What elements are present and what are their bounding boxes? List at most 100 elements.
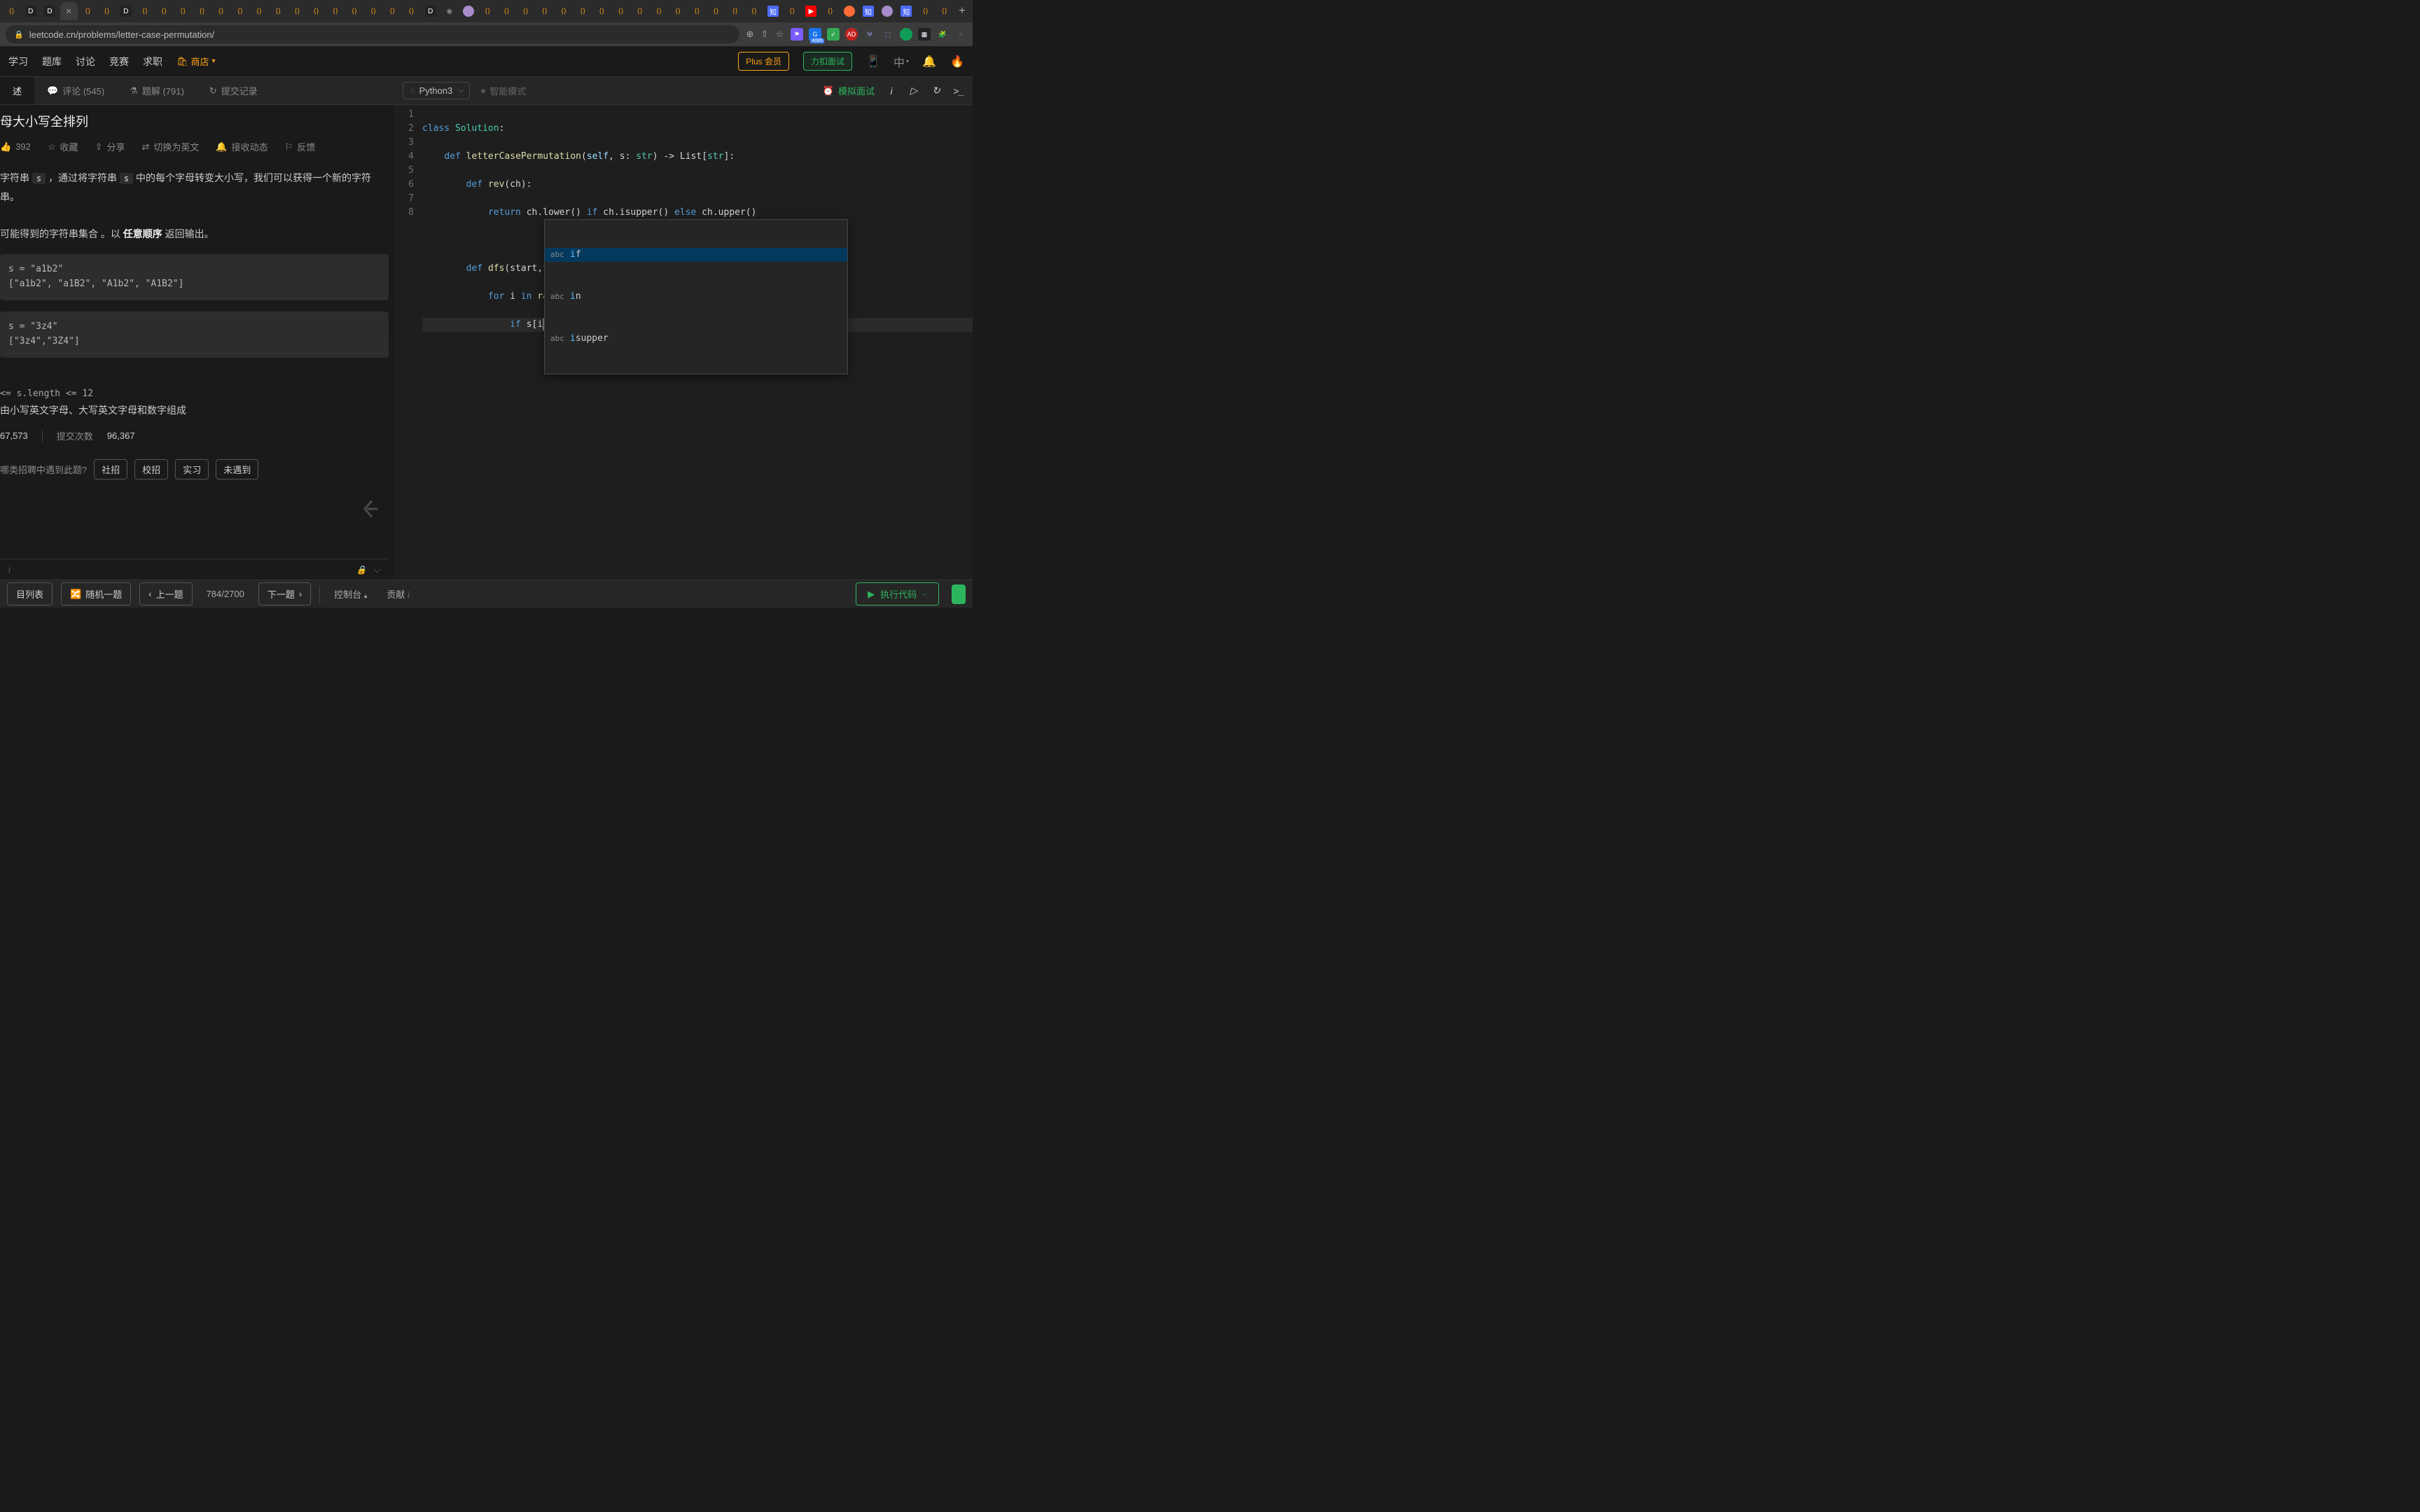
browser-tab[interactable]: ⟨⟩ [479, 2, 496, 20]
browser-tab[interactable]: ⟨⟩ [212, 2, 230, 20]
menu-icon[interactable]: ≡ [954, 28, 967, 41]
browser-tab[interactable]: ⟨⟩ [536, 2, 553, 20]
extension-icon[interactable]: AD [845, 28, 858, 41]
switch-language-button[interactable]: ⇄切换为英文 [141, 140, 199, 153]
browser-tab[interactable]: ⟨⟩ [498, 2, 515, 20]
subscribe-button[interactable]: 🔔接收动态 [216, 140, 267, 153]
zoom-icon[interactable]: ⊕ [746, 29, 754, 40]
browser-tab[interactable]: ⟨⟩ [155, 2, 173, 20]
browser-tab[interactable]: D [422, 2, 439, 20]
extension-icon[interactable] [900, 28, 912, 41]
bell-icon[interactable]: 🔔 [922, 55, 936, 69]
splitter[interactable]: ··· [389, 105, 394, 580]
browser-tab[interactable]: ⟨⟩ [79, 2, 97, 20]
like-button[interactable]: 👍392 [0, 141, 31, 153]
play-icon[interactable]: ▷ [908, 85, 919, 97]
language-toggle[interactable]: 中▾ [894, 55, 908, 69]
browser-tab[interactable]: ⟨⟩ [231, 2, 249, 20]
mock-interview-link[interactable]: ⏰ 模拟面试 [823, 84, 875, 97]
browser-tab[interactable]: ⟨⟩ [384, 2, 401, 20]
browser-tab-active[interactable]: ✕ [60, 2, 78, 20]
browser-tab[interactable] [460, 2, 478, 20]
interview-button[interactable]: 力扣面试 [803, 52, 852, 71]
browser-tab[interactable]: ⟨⟩ [326, 2, 344, 20]
browser-tab[interactable]: ⟨⟩ [136, 2, 153, 20]
browser-tab[interactable]: ⟨⟩ [707, 2, 725, 20]
tab-description[interactable]: 述 [0, 77, 34, 104]
browser-tab[interactable]: 知 [898, 2, 915, 20]
tab-solutions[interactable]: ⚗题解 (791) [117, 77, 197, 104]
browser-tab[interactable]: ⟨⟩ [936, 2, 953, 20]
chip-social[interactable]: 社招 [94, 459, 127, 479]
feedback-button[interactable]: ⚐反馈 [285, 140, 316, 153]
nav-study[interactable]: 学习 [8, 55, 28, 69]
browser-tab[interactable]: ⟨⟩ [174, 2, 192, 20]
random-button[interactable]: 🔀随机一题 [61, 582, 131, 606]
console-toggle[interactable]: 控制台 ▴ [328, 587, 373, 601]
star-icon[interactable]: ☆ [775, 29, 784, 40]
extension-icon[interactable]: ⬚ [882, 28, 894, 41]
next-button[interactable]: 下一题› [258, 582, 311, 606]
browser-tab[interactable] [840, 2, 858, 20]
nav-discuss[interactable]: 讨论 [76, 55, 95, 69]
autocomplete-item[interactable]: abc isupper [545, 332, 847, 346]
browser-tab[interactable]: ⟨⟩ [688, 2, 706, 20]
favorite-button[interactable]: ☆收藏 [48, 140, 78, 153]
extension-icon[interactable]: G4085 [809, 28, 821, 41]
browser-tab[interactable]: D [22, 2, 39, 20]
browser-tab[interactable]: ⟨⟩ [821, 2, 839, 20]
chip-none[interactable]: 未遇到 [216, 459, 258, 479]
new-tab-button[interactable]: + [954, 5, 969, 18]
browser-tab[interactable]: ⟨⟩ [574, 2, 592, 20]
nav-contest[interactable]: 竞赛 [109, 55, 129, 69]
autocomplete-item[interactable]: abc in [545, 290, 847, 304]
run-button[interactable]: ▶ 执行代码 ⌵ [856, 582, 939, 606]
browser-tab[interactable]: ⟨⟩ [917, 2, 934, 20]
browser-tab[interactable]: ⟨⟩ [593, 2, 611, 20]
nav-jobs[interactable]: 求职 [143, 55, 162, 69]
extension-icon[interactable]: ▦ [918, 28, 931, 41]
browser-tab[interactable]: ⟨⟩ [517, 2, 534, 20]
code-editor[interactable]: 12345678 class Solution: def letterCaseP… [394, 105, 973, 580]
submit-button[interactable] [952, 584, 966, 604]
browser-tab[interactable]: ▶ [802, 2, 820, 20]
autocomplete-item[interactable]: abc if [545, 248, 847, 262]
extension-icon[interactable]: ⚑ [791, 28, 803, 41]
smart-mode-toggle[interactable]: 智能模式 [481, 84, 526, 97]
url-field[interactable]: 🔒 leetcode.cn/problems/letter-case-permu… [6, 25, 739, 43]
browser-tab[interactable]: ⟨⟩ [669, 2, 687, 20]
prev-button[interactable]: ‹上一题 [139, 582, 192, 606]
browser-tab[interactable]: ⟨⟩ [612, 2, 630, 20]
browser-tab[interactable]: ⟨⟩ [250, 2, 267, 20]
code-body[interactable]: class Solution: def letterCasePermutatio… [422, 105, 973, 580]
plus-button[interactable]: Plus 会员 [738, 52, 789, 71]
browser-tab[interactable]: 知 [859, 2, 877, 20]
mobile-icon[interactable]: 📱 [866, 55, 880, 69]
browser-tab[interactable]: ⟨⟩ [288, 2, 306, 20]
terminal-icon[interactable]: >_ [953, 85, 964, 97]
chip-campus[interactable]: 校招 [134, 459, 168, 479]
browser-tab[interactable]: ⟨⟩ [345, 2, 363, 20]
nav-store[interactable]: 🛍 商店 ▾ [176, 55, 216, 68]
puzzle-icon[interactable]: 🧩 [936, 28, 949, 41]
browser-tab[interactable]: ⟨⟩ [193, 2, 211, 20]
info-icon[interactable]: i [886, 85, 897, 97]
browser-tab[interactable]: ⟨⟩ [365, 2, 382, 20]
share-icon[interactable]: ⇧ [760, 29, 768, 40]
browser-tab[interactable]: ◉ [440, 2, 458, 20]
chevron-down-icon[interactable]: ⌵ [373, 564, 380, 575]
browser-tab[interactable]: ⟨⟩ [3, 2, 20, 20]
browser-tab[interactable]: ⟨⟩ [403, 2, 420, 20]
browser-tab[interactable]: ⟨⟩ [650, 2, 667, 20]
browser-tab[interactable]: ⟨⟩ [745, 2, 763, 20]
close-icon[interactable]: ✕ [66, 7, 72, 16]
fire-icon[interactable]: 🔥 [950, 55, 964, 69]
nav-problems[interactable]: 题库 [42, 55, 62, 69]
browser-tab[interactable]: D [41, 2, 58, 20]
browser-tab[interactable]: ⟨⟩ [784, 2, 801, 20]
share-button[interactable]: ⇪分享 [95, 140, 125, 153]
contribute-link[interactable]: 贡献 i [381, 587, 415, 601]
problem-list-button[interactable]: 目列表 [7, 582, 53, 606]
extension-icon[interactable]: ✓ [827, 28, 840, 41]
chip-intern[interactable]: 实习 [175, 459, 209, 479]
